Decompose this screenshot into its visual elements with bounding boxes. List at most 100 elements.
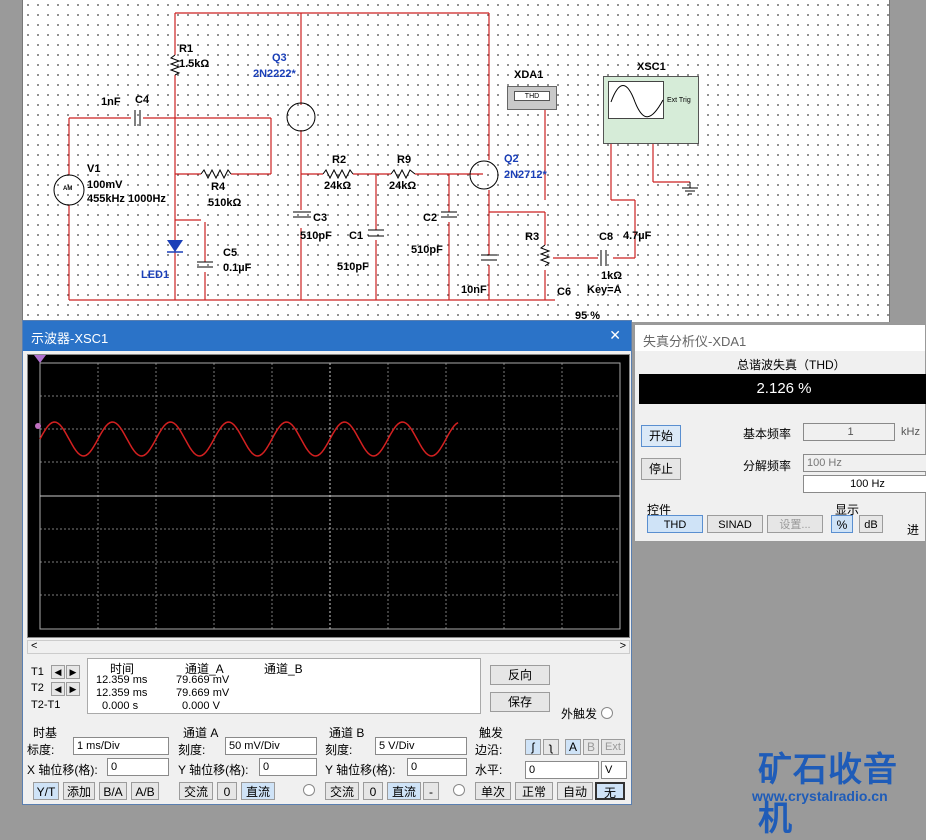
trigger-title: 触发: [479, 726, 504, 740]
x-position-field[interactable]: 0: [107, 758, 169, 776]
settings-button[interactable]: 设置...: [767, 515, 823, 533]
channel-b-dc-button[interactable]: 直流: [387, 782, 421, 800]
thd-display: THD: [514, 91, 550, 101]
fundamental-freq-field[interactable]: 1: [803, 423, 895, 441]
xsc1-instrument-icon[interactable]: Ext Trig: [603, 76, 699, 144]
resolution-freq-select[interactable]: 100 Hz: [803, 454, 926, 472]
q3-model: 2N2222*: [253, 68, 296, 80]
xda-titlebar[interactable]: 失真分析仪-XDA1: [635, 325, 925, 351]
distortion-analyzer-window[interactable]: 失真分析仪-XDA1 总谐波失真（THD） 2.126 % 开始 停止 基本频率…: [634, 324, 926, 542]
yt-mode-button[interactable]: Y/T: [33, 782, 59, 800]
add-mode-button[interactable]: 添加: [63, 782, 95, 800]
channel-a-scale-field[interactable]: 50 mV/Div: [225, 737, 317, 755]
c6-value: 10nF: [461, 284, 487, 296]
channel-b-scale-label: 刻度:: [325, 743, 353, 757]
channel-a-dc-button[interactable]: 直流: [241, 782, 275, 800]
channel-a-scale-label: 刻度:: [178, 743, 206, 757]
t2-time: 12.359 ms: [96, 687, 148, 699]
c5-value: 0.1µF: [223, 262, 252, 274]
channel-b-minus-button[interactable]: -: [423, 782, 439, 800]
xda-title: 失真分析仪-XDA1: [643, 334, 747, 349]
channel-a-ypos-field[interactable]: 0: [259, 758, 317, 776]
trigger-single-button[interactable]: 单次: [475, 782, 511, 800]
r1-label: R1: [179, 43, 194, 55]
sinad-mode-button[interactable]: SINAD: [707, 515, 763, 533]
r9-label: R9: [397, 154, 412, 166]
db-display-button[interactable]: dB: [859, 515, 883, 533]
c3-label: C3: [313, 212, 328, 224]
q2-model: 2N2712*: [504, 169, 547, 181]
trigger-auto-button[interactable]: 自动: [557, 782, 593, 800]
t1-left-button[interactable]: ◀: [51, 665, 65, 679]
ab-mode-button[interactable]: A/B: [131, 782, 159, 800]
reverse-button[interactable]: 反向: [490, 665, 550, 685]
schematic-canvas[interactable]: THD Ext Trig R1 1.5kΩ Q3 2N2222* 1nF C4 …: [22, 0, 890, 322]
trigger-edge-label: 边沿:: [475, 743, 503, 757]
resolution-freq-label: 分解频率: [743, 459, 792, 473]
stop-button[interactable]: 停止: [641, 458, 681, 480]
v1-frequency: 455kHz 1000Hz: [87, 193, 166, 205]
r9-value: 24kΩ: [389, 180, 417, 192]
percent-display-button[interactable]: %: [831, 515, 853, 533]
timebase-scale-field[interactable]: 1 ms/Div: [73, 737, 169, 755]
q3-label: Q3: [272, 52, 287, 64]
trigger-a-button[interactable]: A: [565, 739, 581, 755]
scroll-right-icon[interactable]: >: [620, 640, 626, 652]
truncated-label: 进: [907, 523, 920, 537]
r4-value: 510kΩ: [208, 197, 242, 209]
channel-a-ac-button[interactable]: 交流: [179, 782, 213, 800]
t1-label: T1: [31, 666, 44, 678]
c1-value: 510pF: [337, 261, 369, 273]
trigger-b-button[interactable]: B: [583, 739, 599, 755]
start-button[interactable]: 开始: [641, 425, 681, 447]
thd-title: 总谐波失真（THD）: [737, 358, 846, 372]
scope-titlebar[interactable]: 示波器-XSC1 ✕: [23, 321, 631, 351]
scope-thumbnail: [608, 81, 664, 119]
t2-left-button[interactable]: ◀: [51, 682, 65, 696]
channel-a-trace: [39, 421, 459, 457]
trigger-level-field[interactable]: 0: [525, 761, 599, 779]
r3-value: 1kΩ: [601, 270, 623, 282]
t2-t1-label: T2-T1: [31, 699, 61, 711]
c2-value: 510pF: [411, 244, 443, 256]
channel-a-title: 通道 A: [183, 726, 219, 740]
watermark-url: www.crystalradio.cn: [752, 788, 888, 804]
channel-b-ypos-label: Y 轴位移(格):: [325, 763, 396, 777]
trigger-ext-button[interactable]: Ext: [601, 739, 625, 755]
trigger-unit-field[interactable]: V: [601, 761, 627, 779]
channel-a-ypos-label: Y 轴位移(格):: [178, 763, 249, 777]
falling-edge-button[interactable]: ʅ: [543, 739, 559, 755]
scope-screen[interactable]: [27, 354, 630, 638]
c8-label: C8: [599, 231, 614, 243]
scroll-left-icon[interactable]: <: [31, 640, 37, 652]
rising-edge-button[interactable]: ʃ: [525, 739, 541, 755]
channel-b-title: 通道 B: [329, 726, 365, 740]
trigger-none-button[interactable]: 无: [595, 782, 625, 800]
thd-readout: 2.126 %: [639, 374, 926, 404]
xda1-instrument-icon[interactable]: THD: [507, 86, 557, 110]
channel-a-radio[interactable]: [303, 784, 315, 796]
c4-label: C4: [135, 94, 150, 106]
channel-b-zero-button[interactable]: 0: [363, 782, 383, 800]
save-button[interactable]: 保存: [490, 692, 550, 712]
c6-label: C6: [557, 286, 572, 298]
readout-header-b: 通道_B: [264, 662, 303, 676]
channel-b-ac-button[interactable]: 交流: [325, 782, 359, 800]
oscilloscope-window[interactable]: 示波器-XSC1 ✕ < > T1 T2 T2-T1 ◀ ▶ ◀ ▶ 时间 通道…: [22, 320, 632, 805]
channel-b-radio[interactable]: [453, 784, 465, 796]
close-icon[interactable]: ✕: [609, 327, 621, 344]
scope-title: 示波器-XSC1: [31, 331, 109, 346]
t1-right-button[interactable]: ▶: [66, 665, 80, 679]
led1-label: LED1: [141, 269, 170, 281]
ba-mode-button[interactable]: B/A: [99, 782, 127, 800]
thd-mode-button[interactable]: THD: [647, 515, 703, 533]
v1-amplitude: 100mV: [87, 179, 123, 191]
channel-a-zero-button[interactable]: 0: [217, 782, 237, 800]
channel-b-scale-field[interactable]: 5 V/Div: [375, 737, 467, 755]
channel-b-ypos-field[interactable]: 0: [407, 758, 467, 776]
trigger-normal-button[interactable]: 正常: [515, 782, 553, 800]
t2-right-button[interactable]: ▶: [66, 682, 80, 696]
cursor-t1-icon: [34, 355, 46, 363]
ext-trigger-radio[interactable]: [601, 707, 613, 719]
scope-scrollbar[interactable]: < >: [27, 640, 630, 654]
